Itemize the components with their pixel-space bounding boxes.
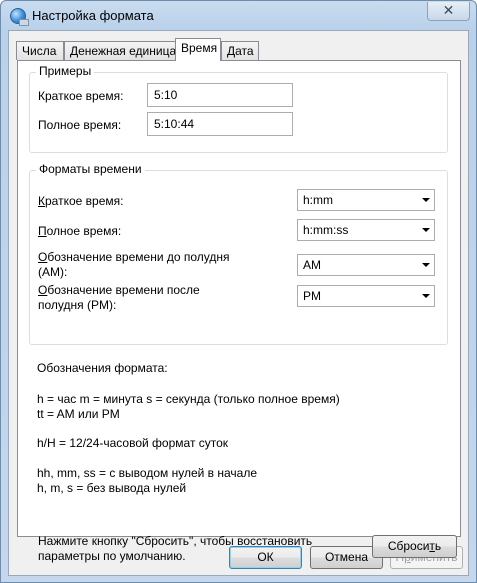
notation-line-4: hh, mm, ss = с выводом нулей в начале <box>37 466 258 480</box>
notation-line-2: tt = AM или PM <box>37 407 120 421</box>
am-symbol-label: Обозначение времени до полудня (AM): <box>38 250 230 279</box>
time-formats-group: Форматы времени Краткое время: h:mm Полн… <box>29 162 448 345</box>
example-short-field[interactable]: 5:10 <box>147 83 293 107</box>
globe-icon <box>10 8 29 26</box>
notation-line-1: h = час m = минута s = секунда (только п… <box>37 392 340 406</box>
short-time-format-label: Краткое время: <box>38 194 124 208</box>
long-time-format-select[interactable]: h:mm:ss <box>297 219 435 241</box>
pm-symbol-value: PM <box>303 289 321 303</box>
pm-symbol-select[interactable]: PM <box>297 285 435 307</box>
tab-date[interactable]: Дата <box>221 41 259 60</box>
close-button[interactable]: ✕ <box>427 2 470 21</box>
tab-numbers[interactable]: Числа <box>16 41 64 60</box>
long-time-format-value: h:mm:ss <box>303 223 349 237</box>
tab-time[interactable]: Время <box>175 38 221 61</box>
short-time-format-value: h:mm <box>303 193 333 207</box>
window-title: Настройка формата <box>32 8 154 23</box>
am-symbol-select[interactable]: AM <box>297 254 435 276</box>
title-bar[interactable]: Настройка формата ✕ <box>1 1 476 31</box>
long-time-format-label: Полное время: <box>38 224 122 238</box>
notation-line-5: h, m, s = без вывода нулей <box>37 481 187 495</box>
time-tab-panel: Примеры Краткое время: 5:10 Полное время… <box>17 60 461 563</box>
tab-currency[interactable]: Денежная единица <box>64 41 176 60</box>
short-time-format-select[interactable]: h:mm <box>297 189 435 211</box>
examples-group: Примеры Краткое время: 5:10 Полное время… <box>29 64 448 153</box>
format-settings-window: Настройка формата ✕ Числа Денежная едини… <box>0 0 477 583</box>
example-long-field[interactable]: 5:10:44 <box>147 112 293 136</box>
time-formats-legend: Форматы времени <box>36 162 145 176</box>
chevron-down-icon <box>422 228 430 232</box>
reset-hint: Нажмите кнопку "Сбросить", чтобы восстан… <box>38 534 313 563</box>
chevron-down-icon <box>422 263 430 267</box>
dialog-body: Числа Денежная единица Время Дата Пример… <box>8 30 469 576</box>
example-long-label: Полное время: <box>38 118 122 132</box>
reset-button[interactable]: Сбросить <box>372 535 457 558</box>
chevron-down-icon <box>422 198 430 202</box>
examples-legend: Примеры <box>36 64 95 78</box>
notation-line-3: h/H = 12/24-часовой формат суток <box>37 436 229 450</box>
pm-symbol-label: Обозначение времени после полудня (PM): <box>38 283 200 312</box>
example-short-label: Краткое время: <box>38 89 124 103</box>
notation-heading: Обозначения формата: <box>37 361 168 375</box>
am-symbol-value: AM <box>303 258 321 272</box>
chevron-down-icon <box>422 294 430 298</box>
